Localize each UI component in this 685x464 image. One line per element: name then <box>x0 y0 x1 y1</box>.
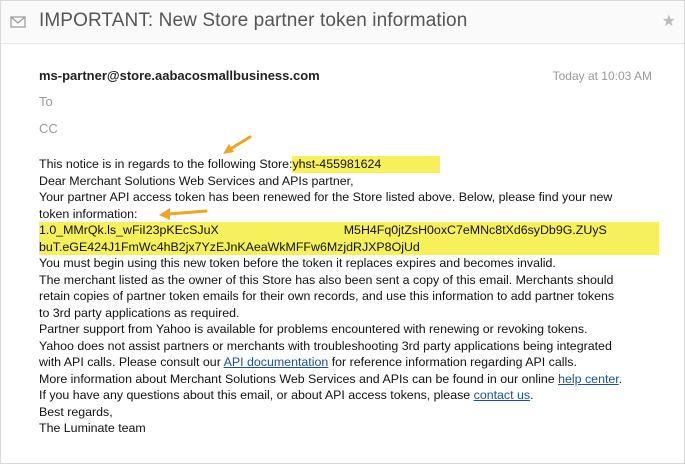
sender-address[interactable]: ms-partner@store.aabacosmallbusiness.com <box>39 68 320 83</box>
email-window: IMPORTANT: New Store partner token infor… <box>0 0 685 464</box>
to-label: To <box>39 94 53 109</box>
body-text: More information about Merchant Solution… <box>39 371 559 386</box>
subject-bar: IMPORTANT: New Store partner token infor… <box>1 1 684 44</box>
help-center-link[interactable]: help center <box>558 372 619 386</box>
envelope-icon <box>10 14 26 30</box>
email-subject: IMPORTANT: New Store partner token infor… <box>39 10 468 31</box>
arrow-annotation-icon <box>223 135 252 154</box>
body-line: retain copies of partner token emails fo… <box>39 289 615 303</box>
body-text: . <box>530 388 534 402</box>
body-line: to 3rd party applications as required. <box>39 305 240 320</box>
body-text: with API calls. Please consult our <box>39 355 224 369</box>
body-line: Partner support from Yahoo is available … <box>39 322 588 336</box>
token-part: buT.eGE424J1FmWc4hB2jx7YzEJnKAeaWkMFFw6M… <box>39 239 420 254</box>
store-id: yhst-455981624 <box>292 156 441 173</box>
signoff: Best regards, <box>39 404 113 419</box>
body-line: If you have any questions about this ema… <box>39 387 669 404</box>
received-time: Today at 10:03 AM <box>552 69 652 83</box>
body-line: Your partner API access token has been r… <box>39 190 613 204</box>
signature: The Luminate team <box>39 421 146 435</box>
body-line: token information: <box>39 206 138 221</box>
token-part: M5H4Fq0jtZsH0oxC7eMNc8tXd6syDb9G.ZUyS <box>343 223 607 237</box>
body-text: If you have any questions about this ema… <box>39 388 474 402</box>
body-line: Yahoo does not assist partners or mercha… <box>39 338 612 353</box>
body-line: with API calls. Please consult our API d… <box>39 354 669 371</box>
email-body: This notice is in regards to the followi… <box>39 156 669 437</box>
star-icon[interactable]: ★ <box>662 11 676 31</box>
cc-label: CC <box>39 121 58 136</box>
body-text: for reference information regarding API … <box>328 355 577 369</box>
body-line: This notice is in regards to the followi… <box>39 156 669 173</box>
store-notice-text: This notice is in regards to the followi… <box>39 157 293 171</box>
contact-us-link[interactable]: contact us <box>474 388 530 402</box>
body-line: Dear Merchant Solutions Web Services and… <box>39 173 354 188</box>
body-line: The merchant listed as the owner of this… <box>39 272 614 287</box>
token-value[interactable]: 1.0_MMrQk.ls_wFiI23pKEcSJuX M5H4Fq0jtZsH0… <box>39 222 659 255</box>
api-documentation-link[interactable]: API documentation <box>224 355 329 369</box>
token-part: 1.0_MMrQk.ls_wFiI23pKEcSJuX <box>39 223 219 237</box>
body-line: More information about Merchant Solution… <box>39 371 669 388</box>
body-line: You must begin using this new token befo… <box>39 256 556 270</box>
body-text: . <box>618 371 623 386</box>
